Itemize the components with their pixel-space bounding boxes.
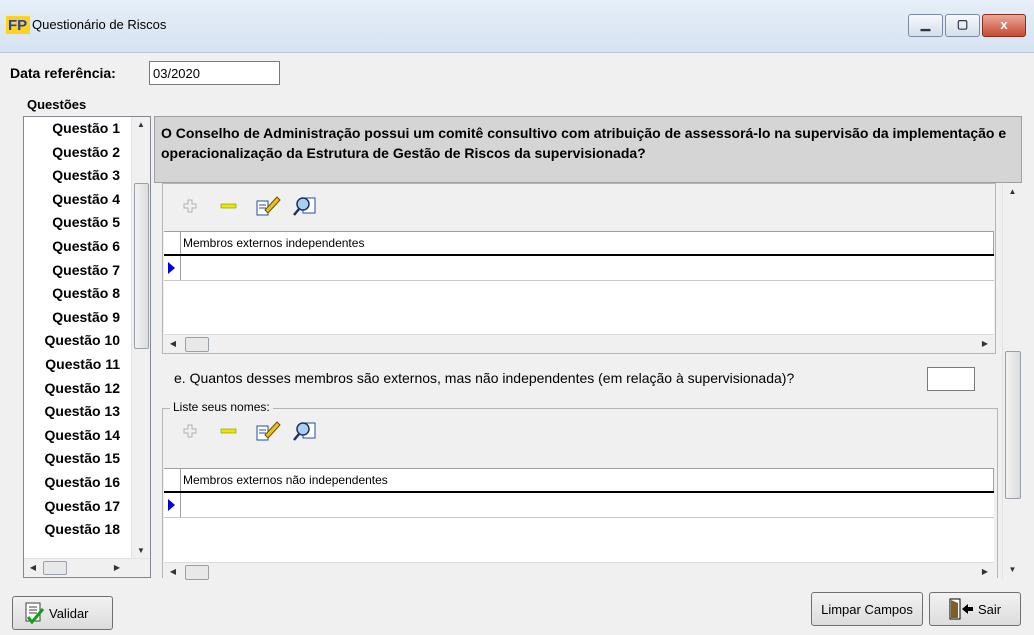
question-e-input[interactable]	[927, 367, 975, 391]
grid-non-independent-members[interactable]: Membros externos não independentes	[164, 468, 994, 564]
question-list-item[interactable]: Questão 6	[24, 235, 128, 259]
exit-label: Sair	[978, 601, 1002, 617]
question-list-item[interactable]: Questão 2	[24, 141, 128, 165]
group-legend: Liste seus nomes:	[170, 400, 273, 414]
close-icon: x	[1000, 17, 1008, 32]
scroll-right-icon[interactable]: ▶	[976, 335, 994, 353]
search-icon[interactable]	[291, 419, 319, 443]
question-e-text: e. Quantos desses membros são externos, …	[174, 370, 795, 386]
question-list-item[interactable]: Questão 3	[24, 164, 128, 188]
questions-horizontal-scrollbar[interactable]: ◀ ▶	[24, 558, 150, 577]
date-reference-label: Data referência:	[10, 65, 116, 81]
scroll-thumb[interactable]	[185, 337, 209, 352]
title-bar: FP Questionário de Riscos ▁ ▢ x	[0, 0, 1034, 53]
table-cell[interactable]	[181, 256, 994, 280]
question-list-item[interactable]: Questão 12	[24, 377, 128, 401]
question-list-item[interactable]: Questão 10	[24, 329, 128, 353]
grid-header: Membros externos independentes	[164, 232, 994, 256]
scroll-right-icon[interactable]: ▶	[108, 559, 126, 577]
scroll-up-icon[interactable]: ▲	[132, 117, 150, 133]
scroll-thumb[interactable]	[43, 561, 67, 575]
validar-button[interactable]: Validar	[12, 596, 113, 630]
grid-horizontal-scrollbar[interactable]: ◀ ▶	[164, 334, 994, 353]
questions-vertical-scrollbar[interactable]: ▲ ▼	[131, 117, 150, 559]
scroll-left-icon[interactable]: ◀	[164, 335, 182, 353]
question-list-item[interactable]: Questão 18	[24, 518, 128, 542]
table-row[interactable]	[164, 256, 994, 281]
edit-icon[interactable]	[253, 194, 281, 218]
question-text: O Conselho de Administração possui um co…	[154, 116, 1022, 183]
question-list-item[interactable]: Questão 14	[24, 424, 128, 448]
group-non-independent-members: Liste seus nomes: Membros externos não i…	[162, 400, 998, 581]
question-list-item[interactable]: Questão 16	[24, 471, 128, 495]
minimize-icon: ▁	[920, 17, 931, 31]
question-list-item[interactable]: Questão 8	[24, 282, 128, 306]
column-header[interactable]: Membros externos independentes	[181, 232, 994, 254]
questions-list-items: Questão 1 Questão 2 Questão 3 Questão 4 Ques…	[24, 117, 128, 542]
table-cell[interactable]	[181, 493, 994, 517]
checklist-icon	[25, 602, 45, 625]
scroll-thumb[interactable]	[1005, 351, 1021, 499]
minimize-button[interactable]: ▁	[908, 14, 943, 37]
questions-label: Questões	[27, 97, 87, 112]
remove-icon[interactable]	[215, 419, 243, 443]
question-detail-area: Membros externos independentes ◀ ▶ e. Qu…	[154, 183, 1022, 581]
panel-independent-members: Membros externos independentes ◀ ▶	[162, 183, 996, 354]
date-reference-input[interactable]	[149, 61, 280, 85]
main-vertical-scrollbar[interactable]: ▲ ▼	[1002, 183, 1022, 578]
grid-horizontal-scrollbar[interactable]: ◀ ▶	[164, 562, 994, 581]
table-row[interactable]	[164, 493, 994, 518]
close-button[interactable]: x	[982, 14, 1026, 37]
search-icon[interactable]	[291, 194, 319, 218]
question-list-item[interactable]: Questão 15	[24, 447, 128, 471]
exit-door-icon	[949, 598, 973, 620]
remove-icon[interactable]	[215, 194, 243, 218]
validar-label: Validar	[49, 605, 89, 621]
add-icon[interactable]	[177, 419, 205, 443]
svg-text:FP: FP	[8, 17, 27, 34]
scroll-up-icon[interactable]: ▲	[1003, 183, 1022, 200]
question-list-item[interactable]: Questão 13	[24, 400, 128, 424]
question-list-item[interactable]: Questão 7	[24, 259, 128, 283]
question-list-item[interactable]: Questão 9	[24, 306, 128, 330]
row-indicator-header	[164, 469, 181, 491]
row-indicator-icon	[164, 493, 181, 517]
grid-header: Membros externos não independentes	[164, 469, 994, 493]
add-icon[interactable]	[177, 194, 205, 218]
scroll-left-icon[interactable]: ◀	[24, 559, 42, 577]
exit-button[interactable]: Sair	[929, 592, 1021, 626]
column-header[interactable]: Membros externos não independentes	[181, 469, 994, 491]
grid-independent-members[interactable]: Membros externos independentes	[164, 231, 994, 335]
questions-list[interactable]: Questão 1 Questão 2 Questão 3 Questão 4 Ques…	[23, 116, 151, 578]
scroll-thumb[interactable]	[185, 565, 209, 580]
maximize-icon: ▢	[956, 17, 969, 31]
scroll-down-icon[interactable]: ▼	[132, 543, 150, 559]
row-indicator-icon	[164, 256, 181, 280]
scroll-left-icon[interactable]: ◀	[164, 563, 182, 581]
clear-fields-label: Limpar Campos	[821, 601, 913, 617]
question-list-item[interactable]: Questão 11	[24, 353, 128, 377]
toolbar	[177, 193, 329, 219]
app-icon: FP	[6, 16, 30, 34]
question-list-item[interactable]: Questão 1	[24, 117, 128, 141]
scroll-down-icon[interactable]: ▼	[1003, 561, 1022, 578]
clear-fields-button[interactable]: Limpar Campos	[811, 592, 923, 626]
scroll-thumb[interactable]	[134, 183, 149, 349]
window-title: Questionário de Riscos	[32, 17, 167, 32]
question-list-item[interactable]: Questão 4	[24, 188, 128, 212]
edit-icon[interactable]	[253, 419, 281, 443]
row-indicator-header	[164, 232, 181, 254]
question-list-item[interactable]: Questão 17	[24, 495, 128, 519]
question-list-item[interactable]: Questão 5	[24, 211, 128, 235]
scroll-right-icon[interactable]: ▶	[976, 563, 994, 581]
maximize-button[interactable]: ▢	[945, 14, 980, 37]
toolbar	[177, 418, 329, 444]
